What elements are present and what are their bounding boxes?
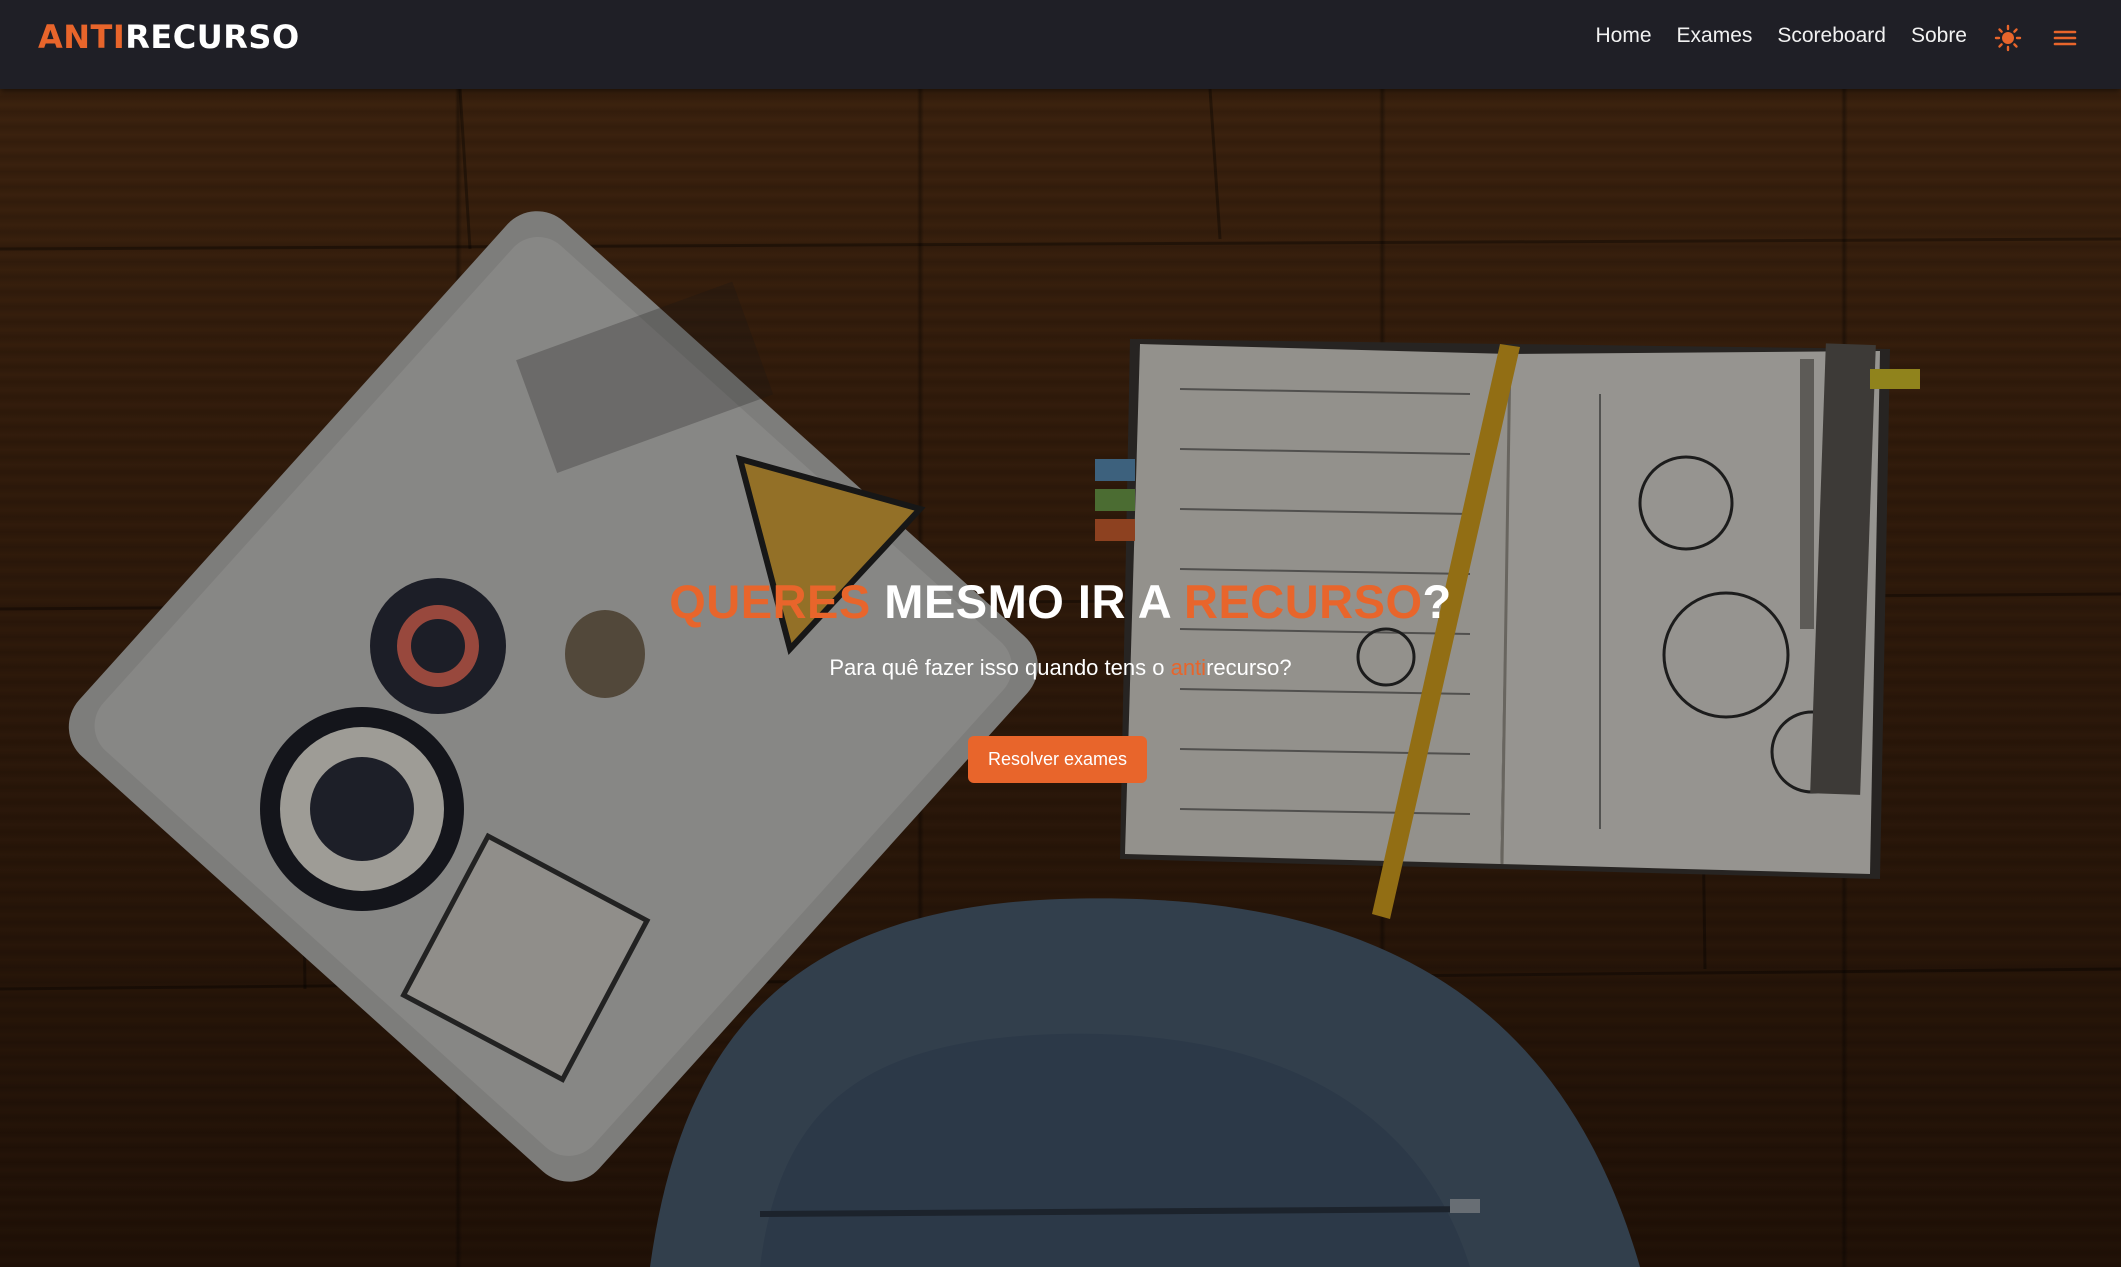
hero-subtitle-highlight: anti <box>1170 655 1207 680</box>
hero-title-highlight-2: RECURSO <box>1184 575 1423 628</box>
hero-subtitle: Para quê fazer isso quando tens o antire… <box>0 655 2121 681</box>
nav-home-link[interactable]: Home <box>1595 24 1651 48</box>
resolver-exames-button[interactable]: Resolver exames <box>968 736 1147 783</box>
hero-title-highlight-1: QUERES <box>669 575 871 628</box>
nav-scoreboard-link[interactable]: Scoreboard <box>1777 24 1886 48</box>
hero-subtitle-end: recurso? <box>1206 655 1292 680</box>
menu-button[interactable] <box>2052 26 2078 50</box>
logo-prefix: ANTI <box>38 18 126 56</box>
theme-toggle-button[interactable] <box>1994 24 2022 52</box>
hero-title-end: ? <box>1422 575 1452 628</box>
nav-sobre-link[interactable]: Sobre <box>1911 24 1967 48</box>
hero-subtitle-start: Para quê fazer isso quando tens o <box>829 655 1171 680</box>
nav-links: Home Exames Scoreboard Sobre <box>1595 24 1967 48</box>
site-logo[interactable]: ANTIRECURSO <box>38 18 300 56</box>
logo-suffix: RECURSO <box>125 18 300 56</box>
navbar: ANTIRECURSO Home Exames Scoreboard Sobre <box>0 0 2121 89</box>
hero-title: QUERES MESMO IR A RECURSO? <box>0 574 2121 629</box>
hero-section: QUERES MESMO IR A RECURSO? Para quê faze… <box>0 89 2121 1267</box>
hamburger-menu-icon <box>2053 30 2077 46</box>
hero-title-middle: MESMO IR A <box>870 575 1184 628</box>
sun-icon <box>1994 24 2022 52</box>
nav-exames-link[interactable]: Exames <box>1677 24 1753 48</box>
